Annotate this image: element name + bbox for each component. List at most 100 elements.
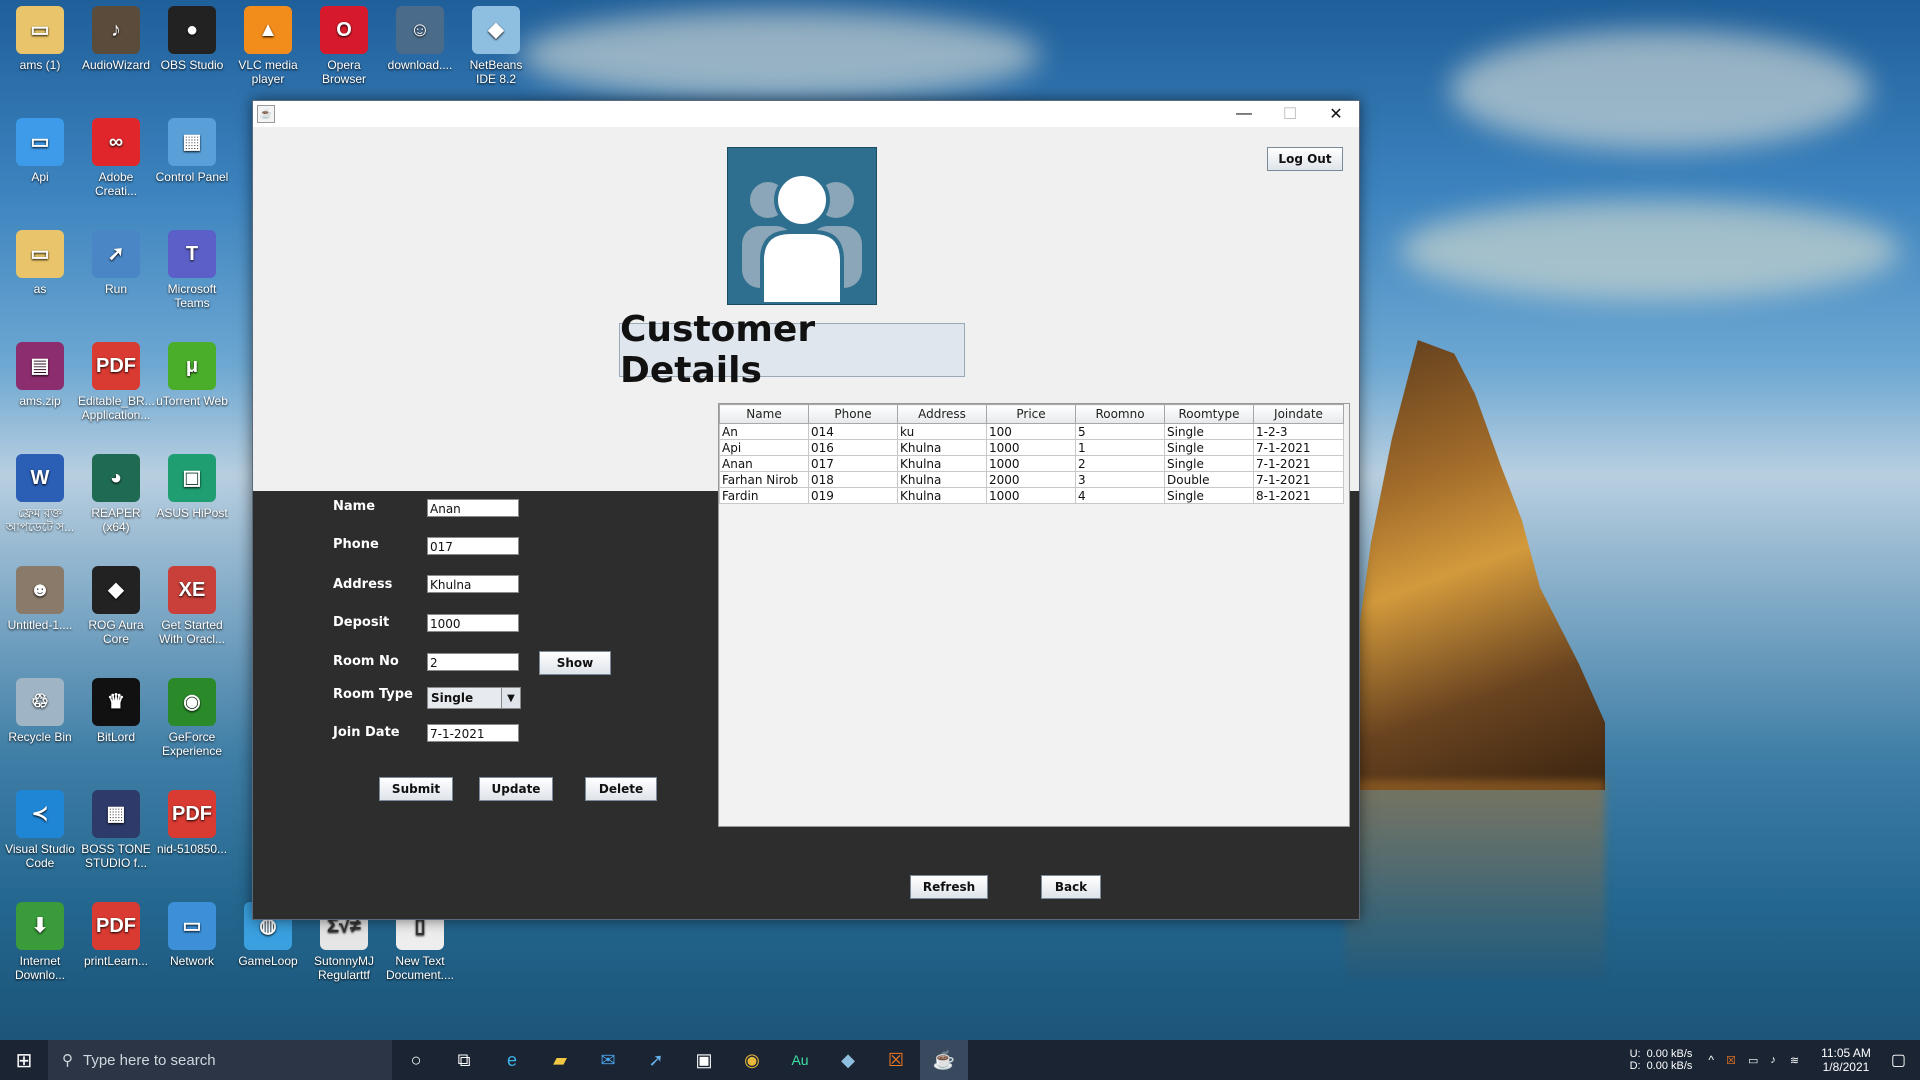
table-cell[interactable]: Double bbox=[1164, 471, 1254, 488]
table-cell[interactable]: Khulna bbox=[897, 439, 987, 456]
table-cell[interactable]: 7-1-2021 bbox=[1253, 439, 1344, 456]
table-cell[interactable]: 1000 bbox=[986, 455, 1076, 472]
java-icon[interactable]: ☕ bbox=[920, 1040, 968, 1080]
task-view-icon[interactable]: ⧉ bbox=[440, 1040, 488, 1080]
desktop-icon[interactable]: ▭ as bbox=[2, 230, 78, 296]
desktop-icon[interactable]: ≺ Visual Studio Code bbox=[2, 790, 78, 870]
desktop-icon[interactable]: ♪ AudioWizard bbox=[78, 6, 154, 72]
desktop-icon[interactable]: ▦ Control Panel bbox=[154, 118, 230, 184]
table-cell[interactable]: 5 bbox=[1075, 423, 1165, 440]
desktop-icon[interactable]: PDF nid-510850... bbox=[154, 790, 230, 856]
address-field[interactable]: Khulna bbox=[427, 575, 519, 593]
table-cell[interactable]: 016 bbox=[808, 439, 898, 456]
desktop-icon[interactable]: ◆ ROG Aura Core bbox=[78, 566, 154, 646]
table-cell[interactable]: Khulna bbox=[897, 455, 987, 472]
run-icon[interactable]: ➚ bbox=[632, 1040, 680, 1080]
logout-button[interactable]: Log Out bbox=[1267, 147, 1343, 171]
table-cell[interactable]: 1 bbox=[1075, 439, 1165, 456]
desktop-icon[interactable]: ▭ Api bbox=[2, 118, 78, 184]
table-cell[interactable]: 019 bbox=[808, 487, 898, 504]
desktop-icon[interactable]: ▲ VLC media player bbox=[230, 6, 306, 86]
table-cell[interactable]: ku bbox=[897, 423, 987, 440]
table-column-header[interactable]: Phone bbox=[808, 404, 898, 424]
show-button[interactable]: Show bbox=[539, 651, 611, 675]
table-cell[interactable]: 2000 bbox=[986, 471, 1076, 488]
table-cell[interactable]: 4 bbox=[1075, 487, 1165, 504]
table-cell[interactable]: Api bbox=[719, 439, 809, 456]
wifi-icon[interactable]: ≋ bbox=[1790, 1054, 1799, 1067]
desktop-icon[interactable]: PDF Editable_BR... Application... bbox=[78, 342, 155, 422]
windows-start-icon[interactable]: ⊞ bbox=[0, 1040, 48, 1080]
desktop-icon[interactable]: ▭ Network bbox=[154, 902, 230, 968]
table-row[interactable]: Api 016 Khulna 1000 1 Single 7-1-2021 bbox=[719, 439, 1344, 456]
table-cell[interactable]: 1000 bbox=[986, 439, 1076, 456]
desktop-icon[interactable]: ● OBS Studio bbox=[154, 6, 230, 72]
table-cell[interactable]: 018 bbox=[808, 471, 898, 488]
table-column-header[interactable]: Roomno bbox=[1075, 404, 1165, 424]
room-type-select[interactable]: Single ▼ bbox=[427, 687, 521, 709]
table-row[interactable]: An 014 ku 100 5 Single 1-2-3 bbox=[719, 423, 1344, 440]
table-cell[interactable]: 7-1-2021 bbox=[1253, 471, 1344, 488]
table-cell[interactable]: 1000 bbox=[986, 487, 1076, 504]
desktop-icon[interactable]: ☺ download.... bbox=[382, 6, 458, 72]
table-cell[interactable]: Farhan Nirob bbox=[719, 471, 809, 488]
table-cell[interactable]: Single bbox=[1164, 487, 1254, 504]
desktop-icon[interactable]: XE Get Started With Oracl... bbox=[154, 566, 230, 646]
desktop-icon[interactable]: W ফ্রেম রক্ত আপডেটে স... bbox=[2, 454, 78, 534]
table-row[interactable]: Fardin 019 Khulna 1000 4 Single 8-1-2021 bbox=[719, 487, 1344, 504]
chrome-icon[interactable]: ◉ bbox=[728, 1040, 776, 1080]
desktop-icon[interactable]: T Microsoft Teams bbox=[154, 230, 230, 310]
table-cell[interactable]: 2 bbox=[1075, 455, 1165, 472]
store-icon[interactable]: ▣ bbox=[680, 1040, 728, 1080]
table-row[interactable]: Farhan Nirob 018 Khulna 2000 3 Double 7-1-2021 bbox=[719, 471, 1344, 488]
battery-icon[interactable]: ▭ bbox=[1748, 1054, 1758, 1067]
table-cell[interactable]: 8-1-2021 bbox=[1253, 487, 1344, 504]
desktop-icon[interactable]: ◉ GeForce Experience bbox=[154, 678, 230, 758]
desktop-icon[interactable]: ▭ ams (1) bbox=[2, 6, 78, 72]
close-icon[interactable]: ✕ bbox=[1313, 101, 1359, 127]
desktop-icon[interactable]: ▣ ASUS HiPost bbox=[154, 454, 230, 520]
desktop-icon[interactable]: ♛ BitLord bbox=[78, 678, 154, 744]
table-cell[interactable]: Anan bbox=[719, 455, 809, 472]
cortana-icon[interactable]: ○ bbox=[392, 1040, 440, 1080]
submit-button[interactable]: Submit bbox=[379, 777, 453, 801]
table-cell[interactable]: 017 bbox=[808, 455, 898, 472]
table-column-header[interactable]: Price bbox=[986, 404, 1076, 424]
phone-field[interactable]: 017 bbox=[427, 537, 519, 555]
name-field[interactable]: Anan bbox=[427, 499, 519, 517]
table-cell[interactable]: 7-1-2021 bbox=[1253, 455, 1344, 472]
table-column-header[interactable]: Roomtype bbox=[1164, 404, 1254, 424]
table-cell[interactable]: Fardin bbox=[719, 487, 809, 504]
table-cell[interactable]: 100 bbox=[986, 423, 1076, 440]
desktop-icon[interactable]: ◆ NetBeans IDE 8.2 bbox=[458, 6, 534, 86]
search-input[interactable]: Type here to search bbox=[83, 1052, 216, 1069]
customer-table-panel[interactable]: Name Phone Address Price Roomno Roomtype Joind… bbox=[718, 403, 1350, 827]
desktop-icon[interactable]: PDF printLearn... bbox=[78, 902, 154, 968]
table-cell[interactable]: An bbox=[719, 423, 809, 440]
table-column-header[interactable]: Address bbox=[897, 404, 987, 424]
audition-icon[interactable]: Au bbox=[776, 1040, 824, 1080]
notification-icon[interactable]: ▢ bbox=[1891, 1050, 1906, 1070]
table-column-header[interactable]: Name bbox=[719, 404, 809, 424]
xampp-icon[interactable]: ☒ bbox=[872, 1040, 920, 1080]
clock[interactable]: 11:05 AM 1/8/2021 bbox=[1821, 1046, 1871, 1074]
table-cell[interactable]: Khulna bbox=[897, 471, 987, 488]
update-button[interactable]: Update bbox=[479, 777, 553, 801]
back-button[interactable]: Back bbox=[1041, 875, 1101, 899]
desktop-icon[interactable]: ☻ Untitled-1.... bbox=[2, 566, 78, 632]
refresh-button[interactable]: Refresh bbox=[910, 875, 988, 899]
join-date-field[interactable]: 7-1-2021 bbox=[427, 724, 519, 742]
minimize-icon[interactable]: — bbox=[1221, 101, 1267, 127]
desktop-icon[interactable]: ⬇ Internet Downlo... bbox=[2, 902, 78, 982]
table-cell[interactable]: Single bbox=[1164, 439, 1254, 456]
desktop-icon[interactable]: ◕ REAPER (x64) bbox=[78, 454, 154, 534]
table-cell[interactable]: Khulna bbox=[897, 487, 987, 504]
table-cell[interactable]: 3 bbox=[1075, 471, 1165, 488]
table-row[interactable]: Anan 017 Khulna 1000 2 Single 7-1-2021 bbox=[719, 455, 1344, 472]
table-cell[interactable]: Single bbox=[1164, 423, 1254, 440]
taskbar-search[interactable]: ⚲ Type here to search bbox=[48, 1040, 392, 1080]
edge-icon[interactable]: e bbox=[488, 1040, 536, 1080]
customer-table[interactable]: Name Phone Address Price Roomno Roomtype Joind… bbox=[719, 404, 1344, 504]
desktop-icon[interactable]: ∞ Adobe Creati... bbox=[78, 118, 154, 198]
netbeans-icon[interactable]: ◆ bbox=[824, 1040, 872, 1080]
